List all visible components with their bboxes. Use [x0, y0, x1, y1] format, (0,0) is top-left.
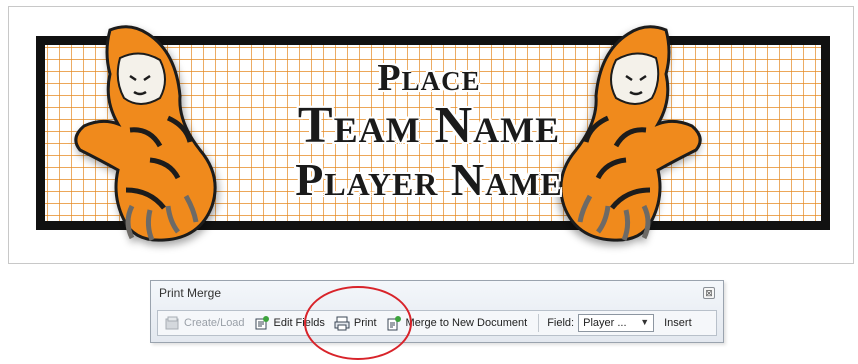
create-load-button[interactable]: Create/Load: [164, 315, 245, 331]
create-load-icon: [165, 316, 179, 330]
edit-fields-label: Edit Fields: [273, 317, 325, 329]
insert-label: Insert: [664, 317, 692, 329]
player-name-text: Player Name: [295, 154, 563, 205]
edit-fields-icon: [255, 316, 269, 330]
print-button[interactable]: Print: [334, 315, 377, 331]
field-select[interactable]: Player ... ▼: [578, 314, 655, 332]
chevron-down-icon: ▼: [640, 317, 650, 327]
print-merge-bar: Create/Load Edit Fields Print Merge to N…: [157, 310, 717, 336]
place-text: Place: [377, 57, 481, 99]
merge-new-document-label: Merge to New Document: [405, 317, 528, 329]
merge-document-icon: [387, 316, 401, 331]
print-label: Print: [353, 317, 377, 329]
create-load-label: Create/Load: [184, 317, 245, 329]
field-select-value: Player ...: [583, 317, 627, 329]
edit-fields-button[interactable]: Edit Fields: [254, 315, 325, 331]
close-icon[interactable]: ⊠: [703, 287, 715, 299]
merge-new-document-button[interactable]: Merge to New Document: [386, 315, 528, 331]
team-name-text: Team Name: [297, 97, 561, 154]
insert-button[interactable]: Insert: [664, 317, 692, 329]
print-icon: [334, 316, 350, 331]
field-label: Field:: [547, 317, 575, 329]
toolbar-separator: [538, 314, 540, 332]
toolbar-title: Print Merge: [159, 286, 222, 300]
print-merge-toolbar: Print Merge ⊠ Create/Load Edit Fields Pr…: [150, 280, 724, 343]
